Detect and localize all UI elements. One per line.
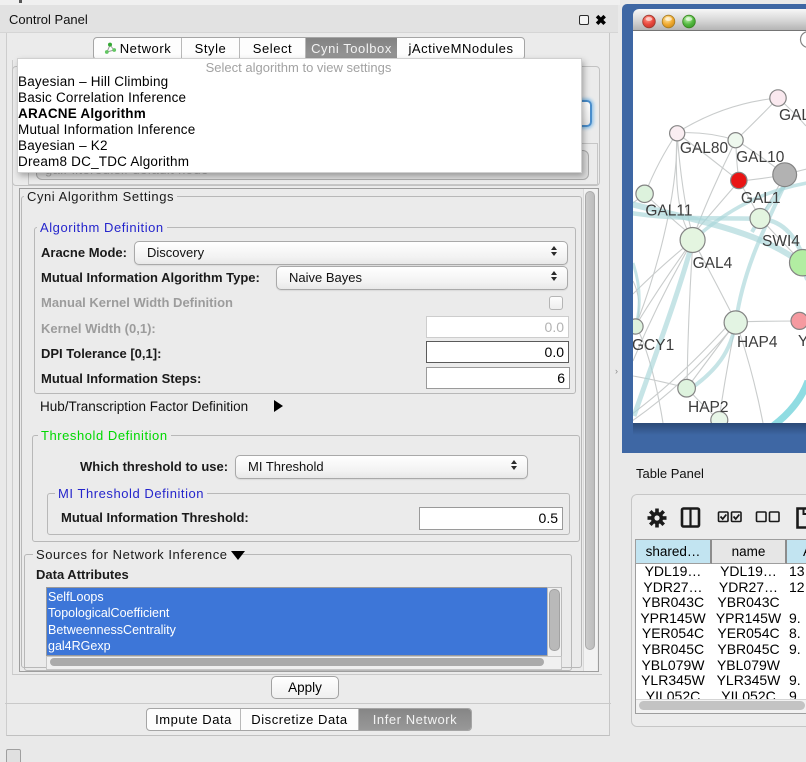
svg-text:GCY1: GCY1 — [633, 337, 674, 354]
svg-text:GAL1: GAL1 — [741, 190, 781, 207]
svg-text:GAL80: GAL80 — [680, 140, 729, 157]
svg-text:GAL11: GAL11 — [645, 203, 692, 220]
svg-text:SWI4: SWI4 — [762, 233, 800, 250]
svg-text:GAL10: GAL10 — [736, 149, 785, 166]
svg-text:GAL4: GAL4 — [693, 255, 733, 272]
svg-text:Y: Y — [798, 333, 806, 350]
svg-text:GAL2: GAL2 — [779, 107, 806, 124]
svg-text:HAP2: HAP2 — [688, 399, 729, 416]
svg-text:HAP4: HAP4 — [737, 334, 778, 351]
